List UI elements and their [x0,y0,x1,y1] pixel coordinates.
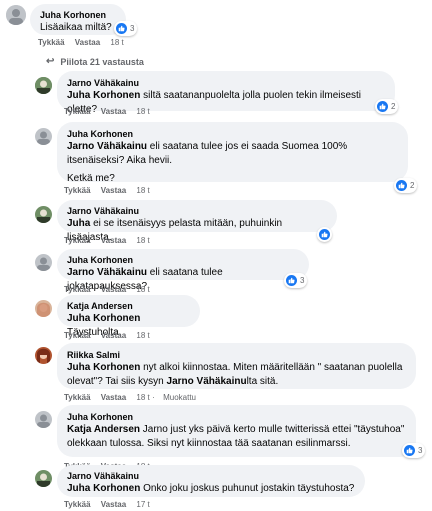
timestamp[interactable]: 18 t [136,331,149,340]
reply-button[interactable]: Vastaa [101,393,126,402]
like-button[interactable]: Tykkää [64,236,91,245]
like-button[interactable]: Tykkää [64,331,91,340]
like-button[interactable]: Tykkää [64,186,91,195]
comment-actions: Tykkää Vastaa 18 t [38,38,124,47]
reaction-count[interactable]: 3 [284,273,308,288]
reply-author[interactable]: Juha Korhonen [67,411,406,423]
mention-link[interactable]: Juha Korhonen [67,313,140,324]
reaction-number: 2 [391,102,396,111]
timestamp[interactable]: 18 t [136,285,149,294]
like-button[interactable]: Tykkää [64,285,91,294]
reply-author[interactable]: Riikka Salmi [67,349,406,361]
reaction-count[interactable]: 3 [402,443,426,458]
reply-author[interactable]: Juha Korhonen [67,254,299,266]
reaction-count[interactable] [317,227,332,242]
reaction-count[interactable]: 3 [114,21,138,36]
avatar[interactable] [35,300,52,317]
reply-author[interactable]: Katja Andersen [67,300,190,312]
edited-label[interactable]: Muokattu [163,393,196,402]
reply-button[interactable]: Vastaa [101,500,126,509]
reply-text-after: lta sitä. [246,376,279,387]
thumbs-up-icon [319,229,330,240]
avatar[interactable] [35,77,52,94]
reply-bubble: Juha Korhonen Jarno Vähäkainu eli saatan… [57,249,309,292]
reply-actions: Tykkää Vastaa 17 t [64,500,150,509]
reply-arrow-icon: ↩ [46,56,55,67]
timestamp[interactable]: 18 t [136,186,149,195]
like-button[interactable]: Tykkää [38,38,65,47]
reply-button[interactable]: Vastaa [101,285,126,294]
reply-actions: Tykkää Vastaa 18 t [64,107,150,116]
reaction-number: 3 [300,276,305,285]
avatar[interactable] [35,411,52,428]
avatar[interactable] [35,470,52,487]
comment-bubble: Juha Korhonen Lisäaikaa miltä? [30,4,126,35]
reply-actions: Tykkää Vastaa 18 t [64,331,150,340]
avatar[interactable] [35,254,52,271]
mention-link[interactable]: Jarno Vähäkainu [67,267,147,278]
reply-button[interactable]: Vastaa [75,38,100,47]
reply-bubble: Jarno Vähäkainu Juha Korhonen Onko joku … [57,465,365,497]
like-button[interactable]: Tykkää [64,393,91,402]
reply-actions: Tykkää Vastaa 18 t · Muokattu [64,393,196,402]
like-button[interactable]: Tykkää [64,500,91,509]
reply-actions: Tykkää Vastaa 18 t [64,186,150,195]
mention-link[interactable]: Jarno Vähäkainu [67,141,147,152]
reply-button[interactable]: Vastaa [101,107,126,116]
mention-link[interactable]: Juha Korhonen [67,90,140,101]
thumbs-up-icon [404,445,415,456]
avatar[interactable] [35,347,52,364]
thumbs-up-icon [116,23,127,34]
mention-link[interactable]: Juha Korhonen [67,362,140,373]
reply-text: Onko joku joskus puhunut jostakin täystu… [140,483,355,494]
timestamp[interactable]: 18 t [136,393,149,402]
avatar[interactable] [6,5,26,25]
reply-button[interactable]: Vastaa [101,236,126,245]
reaction-number: 3 [130,24,135,33]
like-button[interactable]: Tykkää [64,107,91,116]
reply-bubble: Katja Andersen Juha Korhonen Täystuholta… [57,295,200,338]
reaction-number: 3 [418,446,423,455]
thumbs-up-icon [286,275,297,286]
thumbs-up-icon [396,180,407,191]
mention-link[interactable]: Jarno Vähäkainu [167,376,247,387]
reaction-count[interactable]: 2 [375,99,399,114]
reply-author[interactable]: Jarno Vähäkainu [67,205,327,217]
avatar[interactable] [35,128,52,145]
mention-link[interactable]: Katja Andersen [67,424,140,435]
reply-author[interactable]: Jarno Vähäkainu [67,470,355,482]
hide-replies-link[interactable]: ↩ Piilota 21 vastausta [46,56,144,67]
reply-actions: Tykkää Vastaa 18 t [64,236,150,245]
timestamp[interactable]: 18 t [136,236,149,245]
reply-author[interactable]: Jarno Vähäkainu [67,77,385,89]
reaction-count[interactable]: 2 [394,178,418,193]
reply-button[interactable]: Vastaa [101,331,126,340]
mention-link[interactable]: Juha Korhonen [67,483,140,494]
mention-link[interactable]: Juha [67,218,90,229]
avatar[interactable] [35,206,52,223]
reply-bubble: Juha Korhonen Jarno Vähäkainu eli saatan… [57,122,408,184]
hide-replies-label: Piilota 21 vastausta [60,56,144,67]
reply-bubble: Juha Korhonen Katja Andersen Jarno just … [57,405,416,457]
timestamp[interactable]: 18 t [110,38,123,47]
comment-text: Lisäaikaa miltä? [40,22,112,33]
reply-button[interactable]: Vastaa [101,186,126,195]
timestamp[interactable]: 17 t [136,500,149,509]
reply-text-line: Ketkä me? [67,173,115,184]
reply-author[interactable]: Juha Korhonen [67,128,398,140]
reply-bubble: Jarno Vähäkainu Juha ei se itsenäisyys p… [57,200,337,243]
comment-author[interactable]: Juha Korhonen [40,9,116,21]
thumbs-up-icon [377,101,388,112]
reply-actions: Tykkää Vastaa 18 t [64,285,150,294]
reaction-number: 2 [410,181,415,190]
reply-bubble: Jarno Vähäkainu Juha Korhonen siltä saat… [57,71,395,115]
reply-bubble: Riikka Salmi Juha Korhonen nyt alkoi kii… [57,343,416,389]
timestamp[interactable]: 18 t [136,107,149,116]
